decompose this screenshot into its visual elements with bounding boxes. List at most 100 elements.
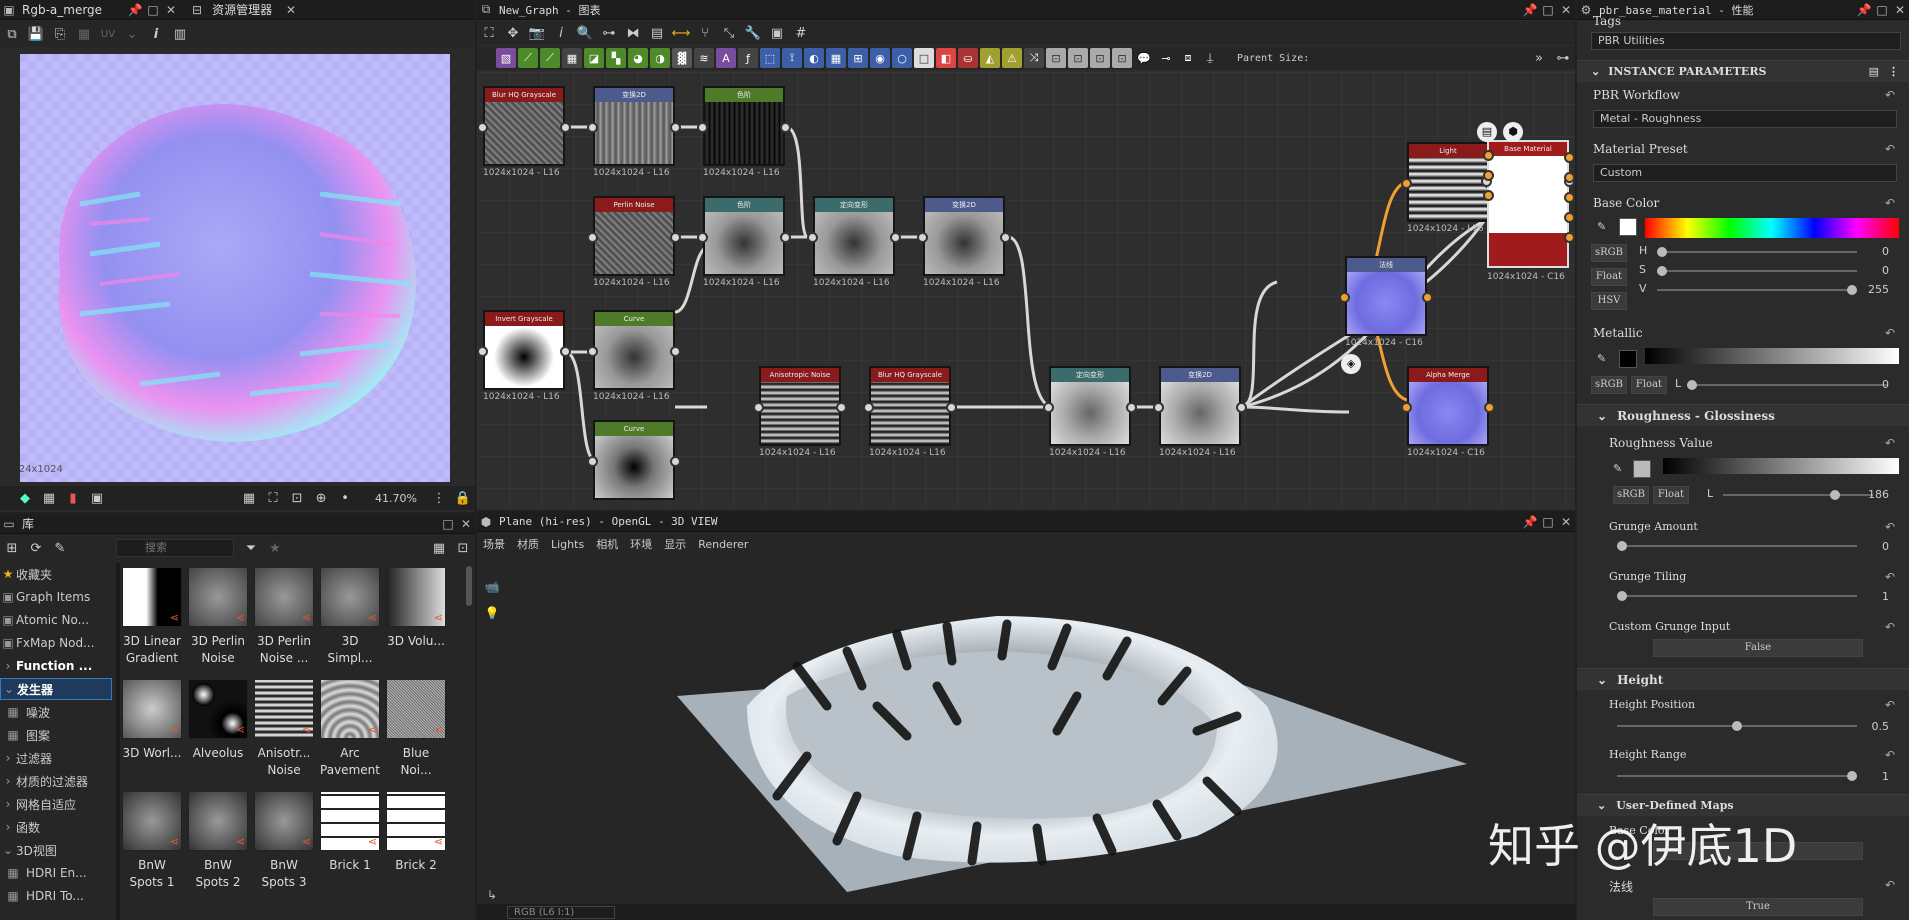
tile-sampler-icon[interactable]: ▦: [826, 48, 846, 68]
material-output-port[interactable]: [1564, 152, 1575, 163]
layout-icon[interactable]: ▤: [646, 22, 668, 44]
wrench-icon[interactable]: 🔧: [742, 22, 764, 44]
menu-scene[interactable]: 场景: [483, 536, 505, 552]
roughness-eyedropper-icon[interactable]: ✎: [1613, 462, 1622, 475]
custom-grunge-toggle[interactable]: False: [1653, 639, 1863, 657]
node-input-port[interactable]: [587, 346, 598, 357]
node-input-port[interactable]: [477, 346, 488, 357]
grunge-amount-val[interactable]: 0: [1882, 540, 1889, 553]
value-icon[interactable]: ⊡: [1112, 48, 1132, 68]
curve-icon[interactable]: ⟋: [540, 48, 560, 68]
graph-node[interactable]: Alpha Merge: [1407, 366, 1489, 446]
levels-icon[interactable]: ◑: [650, 48, 670, 68]
more-icon[interactable]: »: [1528, 47, 1550, 69]
pixel-icon[interactable]: ⊞: [848, 48, 868, 68]
library-item-label[interactable]: Brick 1: [320, 857, 380, 874]
roughness-srgb-button[interactable]: sRGB: [1613, 486, 1649, 504]
switch-icon[interactable]: ⤨: [1024, 48, 1044, 68]
pbr-workflow-select[interactable]: Metal - Roughness: [1593, 110, 1897, 128]
menu-material[interactable]: 材质: [517, 536, 539, 552]
library-thumb[interactable]: ⋖: [188, 567, 248, 627]
graph-node[interactable]: Curve: [593, 310, 675, 390]
maximize-library-icon[interactable]: □: [439, 515, 457, 533]
v-slider[interactable]: [1657, 285, 1857, 295]
uv-icon[interactable]: UV: [97, 23, 119, 45]
output-icon[interactable]: ⊡: [1068, 48, 1088, 68]
histo-icon[interactable]: ◭: [980, 48, 1000, 68]
node-output-port[interactable]: [670, 122, 681, 133]
library-divider[interactable]: [116, 563, 120, 920]
swatch-icon[interactable]: ◧: [936, 48, 956, 68]
copy-icon[interactable]: ⧉: [1, 23, 23, 45]
node-input-port[interactable]: [697, 232, 708, 243]
metallic-swatch[interactable]: [1619, 350, 1637, 368]
camera-icon[interactable]: 📷: [526, 22, 548, 44]
zoom-value[interactable]: 41.70%: [375, 492, 417, 505]
histogram-icon[interactable]: ▥: [169, 23, 191, 45]
node-output-port[interactable]: [836, 402, 847, 413]
grid-snap-icon[interactable]: #: [790, 22, 812, 44]
library-thumb[interactable]: ⋖: [254, 679, 314, 739]
node-output-port[interactable]: [560, 346, 571, 357]
node-input-port[interactable]: [1153, 402, 1164, 413]
tiling-icon[interactable]: ▦: [238, 487, 260, 509]
tree-item[interactable]: ▦ 噪波: [0, 701, 112, 723]
height-position-knob[interactable]: [1732, 721, 1742, 731]
output-cube-icon[interactable]: ⬢: [1503, 122, 1523, 142]
tree-item[interactable]: ▦ 图案: [0, 724, 112, 746]
shape-icon[interactable]: ◐: [804, 48, 824, 68]
material-output-port[interactable]: [1564, 232, 1575, 243]
node-input-port[interactable]: [587, 456, 598, 467]
tree-item[interactable]: ▣ Graph Items: [0, 586, 112, 608]
roughness-gradient[interactable]: [1663, 458, 1899, 474]
grid-icon[interactable]: ▦: [73, 23, 95, 45]
material-output-port[interactable]: [1564, 212, 1575, 223]
menu-lights[interactable]: Lights: [551, 538, 584, 551]
graph-node[interactable]: 变换2D: [1159, 366, 1241, 446]
library-thumb[interactable]: ⋖: [386, 791, 446, 851]
branch-icon[interactable]: ⑂: [694, 22, 716, 44]
height-section-header[interactable]: ⌄ Height: [1577, 668, 1909, 690]
graph-close-icon[interactable]: ✕: [1557, 1, 1575, 19]
node-input-port[interactable]: [1043, 402, 1054, 413]
link-icon[interactable]: ⟷: [670, 22, 692, 44]
material-output-port[interactable]: [1564, 192, 1575, 203]
route-icon[interactable]: ⤡: [718, 22, 740, 44]
grunge-tiling-knob[interactable]: [1617, 591, 1627, 601]
circle-icon[interactable]: ○: [892, 48, 912, 68]
export-icon[interactable]: ⎘: [49, 23, 71, 45]
node-input-port[interactable]: [807, 232, 818, 243]
tree-item[interactable]: › 材质的过滤器: [0, 770, 112, 792]
filter-icon[interactable]: ⏷: [240, 537, 262, 559]
node-output-port[interactable]: [560, 122, 571, 133]
material-input-port[interactable]: [1483, 170, 1494, 181]
h-slider[interactable]: [1657, 247, 1857, 257]
pbr-workflow-reset-icon[interactable]: ↶: [1885, 88, 1895, 102]
2d-canvas[interactable]: 1024x1024: [20, 54, 450, 482]
material-input-port[interactable]: [1483, 150, 1494, 161]
close-library-icon[interactable]: ✕: [457, 515, 475, 533]
roughness-reset-icon[interactable]: ↶: [1885, 436, 1895, 450]
blend-icon[interactable]: ▚: [606, 48, 626, 68]
grunge-tiling-reset-icon[interactable]: ↶: [1885, 570, 1895, 584]
fit-icon[interactable]: ⊡: [286, 487, 308, 509]
graph-node[interactable]: 定向变形: [1049, 366, 1131, 446]
info-icon[interactable]: i: [145, 23, 167, 45]
library-item-label[interactable]: Arc Pavement: [320, 745, 380, 779]
fill-icon[interactable]: ◪: [584, 48, 604, 68]
preset-menu-icon[interactable]: ⋮: [1888, 65, 1899, 78]
height-range-reset-icon[interactable]: ↶: [1885, 748, 1895, 762]
normal-reset-icon[interactable]: ↶: [1885, 878, 1895, 892]
3d-close-icon[interactable]: ✕: [1557, 513, 1575, 531]
library-item-label[interactable]: 3D Perlin Noise ...: [254, 633, 314, 667]
node-output-port[interactable]: [1236, 402, 1247, 413]
tree-item[interactable]: ★ 收藏夹: [0, 563, 112, 585]
param-icon[interactable]: ⊡: [1090, 48, 1110, 68]
center-icon[interactable]: ⊕: [310, 487, 332, 509]
maximize-icon[interactable]: □: [144, 1, 162, 19]
height-position-val[interactable]: 0.5: [1872, 720, 1890, 733]
material-preset-reset-icon[interactable]: ↶: [1885, 142, 1895, 156]
node-input-port[interactable]: [917, 232, 928, 243]
library-item-label[interactable]: BnW Spots 2: [188, 857, 248, 891]
roughness-float-button[interactable]: Float: [1653, 486, 1689, 504]
